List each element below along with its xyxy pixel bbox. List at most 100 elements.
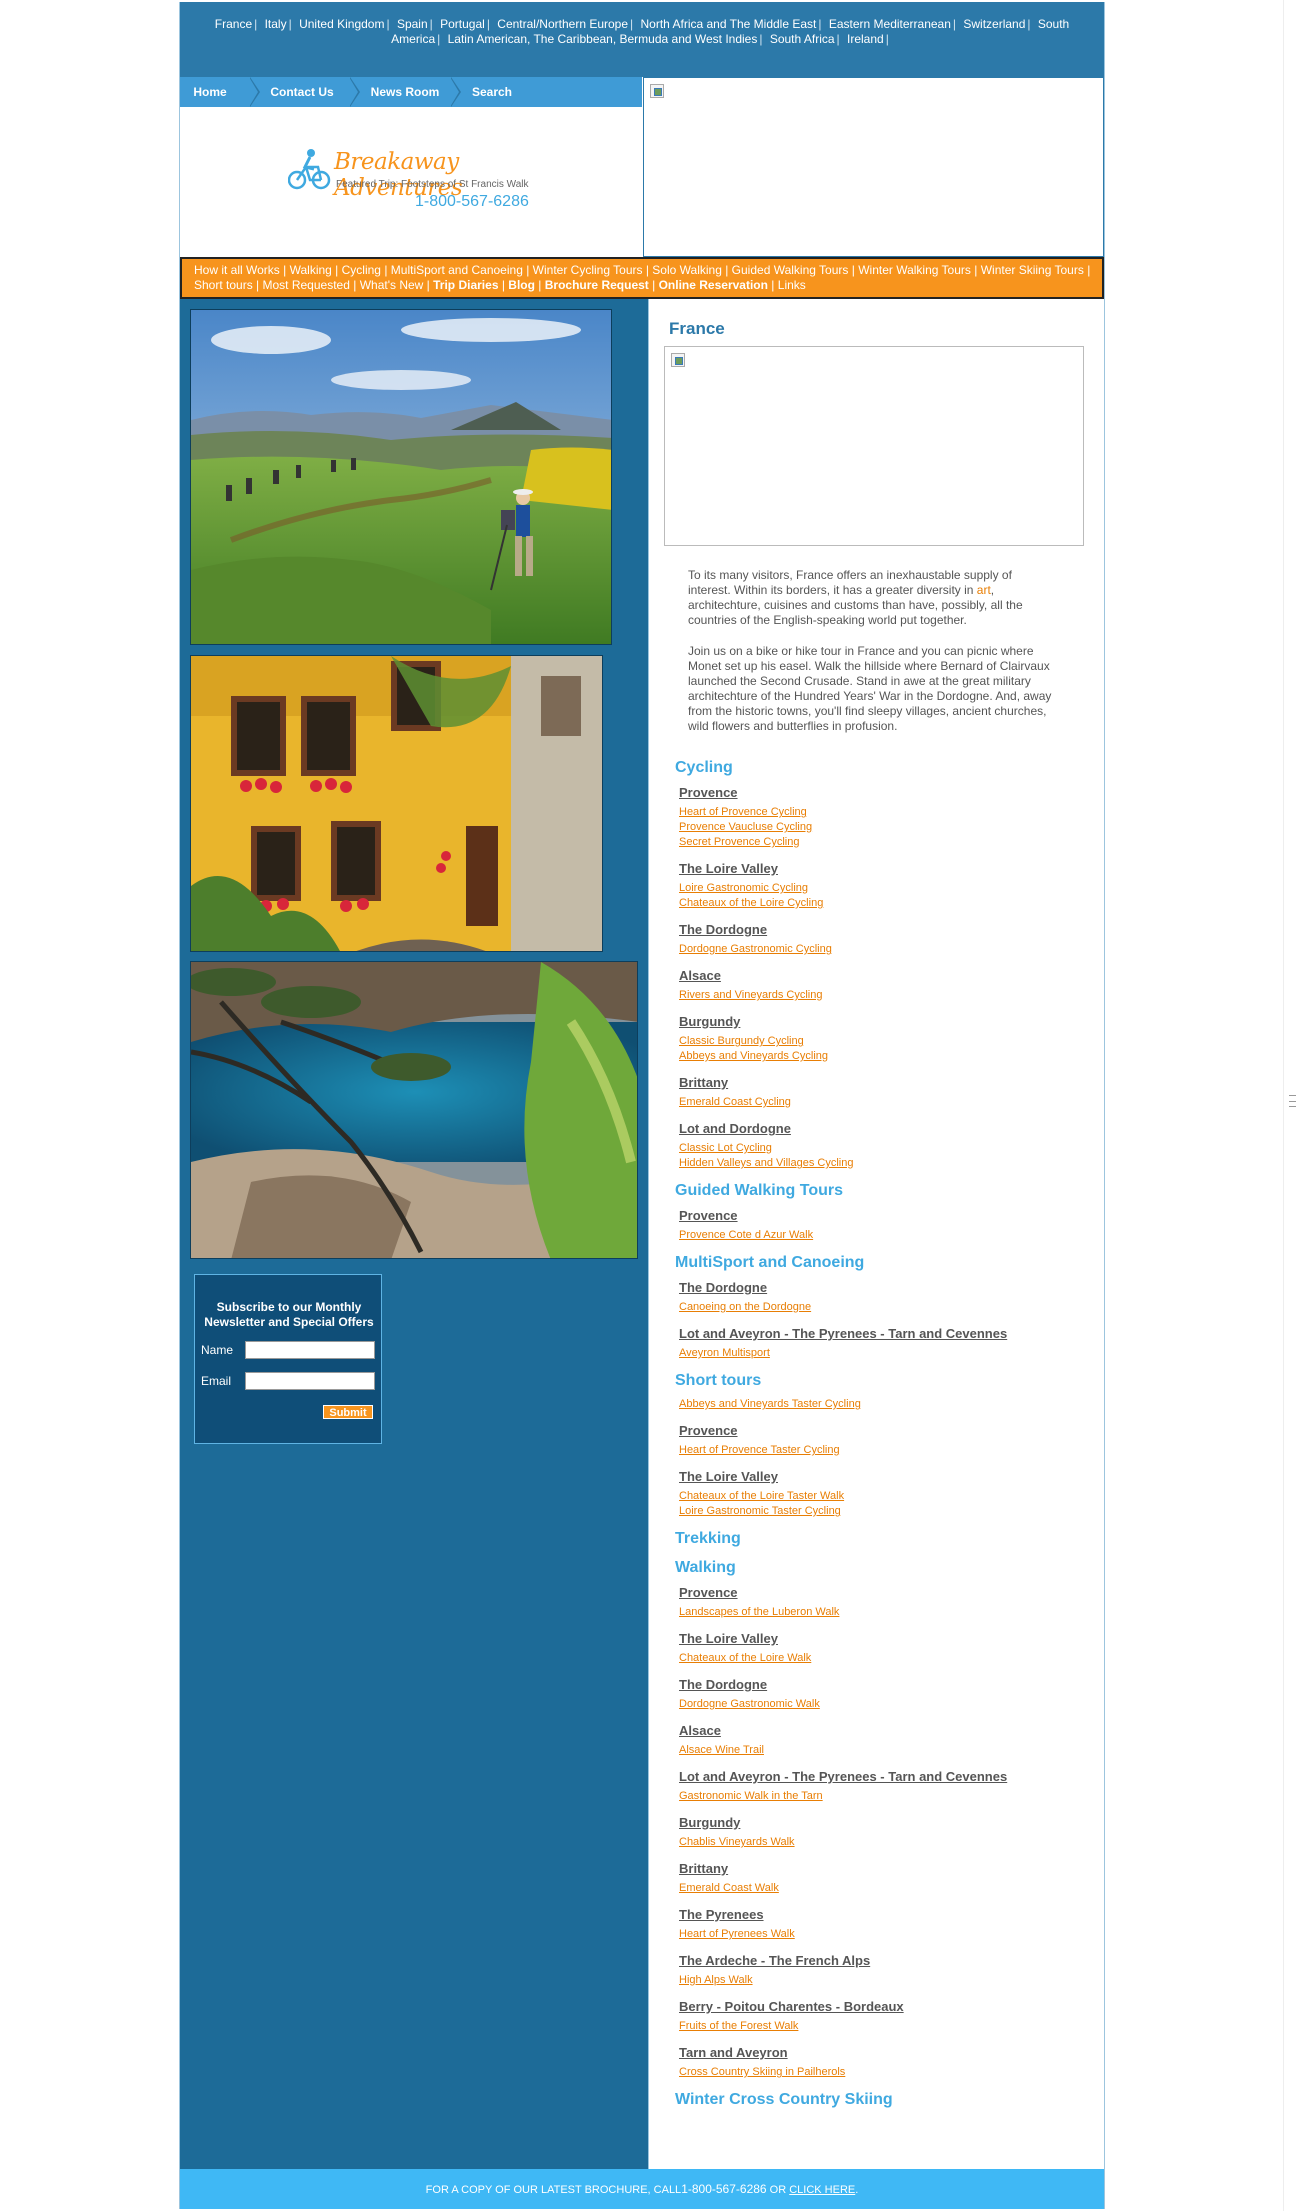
tour-link[interactable]: Dordogne Gastronomic Cycling [679,943,832,955]
country-link[interactable]: South Africa [770,32,835,46]
section-heading[interactable]: Walking [675,1559,736,1577]
region-link[interactable]: Provence [679,1585,738,1600]
country-link[interactable]: Eastern Mediterranean [829,17,951,31]
country-link[interactable]: Latin American, The Caribbean, Bermuda a… [448,32,758,46]
tour-link[interactable]: Classic Burgundy Cycling [679,1035,804,1047]
submit-button[interactable]: Submit [323,1405,373,1419]
country-link[interactable]: North Africa and The Middle East [640,17,816,31]
nav-news-room[interactable]: News Room [362,77,448,107]
section-heading[interactable]: MultiSport and Canoeing [675,1254,864,1272]
scrollbar-grip-icon[interactable] [1289,1095,1296,1107]
main-nav-link[interactable]: Trip Diaries [433,278,498,292]
main-nav-link[interactable]: Brochure Request [545,278,649,292]
region-link[interactable]: Lot and Aveyron - The Pyrenees - Tarn an… [679,1326,1007,1341]
tour-link[interactable]: Emerald Coast Cycling [679,1096,791,1108]
tour-link[interactable]: Chateaux of the Loire Cycling [679,897,823,909]
site-logo[interactable]: Breakaway Adventures Featured Trip: Foot… [288,145,548,201]
tour-link[interactable]: Emerald Coast Walk [679,1882,779,1894]
tour-link[interactable]: Heart of Pyrenees Walk [679,1928,795,1940]
tour-link[interactable]: Canoeing on the Dordogne [679,1301,811,1313]
tour-link[interactable]: Provence Cote d Azur Walk [679,1229,813,1241]
main-nav-link[interactable]: Guided Walking Tours [732,263,849,277]
country-link[interactable]: Ireland [847,32,884,46]
main-nav-link[interactable]: Winter Cycling Tours [533,263,643,277]
region-link[interactable]: Tarn and Aveyron [679,2045,788,2060]
section-heading[interactable]: Guided Walking Tours [675,1182,843,1200]
section-heading[interactable]: Winter Cross Country Skiing [675,2091,893,2109]
region-link[interactable]: The Loire Valley [679,861,778,876]
main-nav-link[interactable]: Links [778,278,806,292]
main-nav-link[interactable]: What's New [360,278,424,292]
country-link[interactable]: Switzerland [963,17,1025,31]
tour-link[interactable]: Secret Provence Cycling [679,836,799,848]
country-link[interactable]: Central/Northern Europe [497,17,628,31]
region-link[interactable]: The Dordogne [679,1677,767,1692]
main-nav-link[interactable]: Winter Walking Tours [858,263,971,277]
tour-link[interactable]: Abbeys and Vineyards Cycling [679,1050,828,1062]
tour-link[interactable]: Gastronomic Walk in the Tarn [679,1790,823,1802]
main-nav-link[interactable]: Winter Skiing Tours [981,263,1084,277]
main-nav-link[interactable]: Blog [508,278,535,292]
region-link[interactable]: Lot and Dordogne [679,1121,791,1136]
region-link[interactable]: Provence [679,1423,738,1438]
tour-link[interactable]: Loire Gastronomic Cycling [679,882,808,894]
tour-link[interactable]: Loire Gastronomic Taster Cycling [679,1505,841,1517]
region-link[interactable]: Lot and Aveyron - The Pyrenees - Tarn an… [679,1769,1007,1784]
tour-link[interactable]: Fruits of the Forest Walk [679,2020,798,2032]
region-link[interactable]: The Loire Valley [679,1469,778,1484]
region-link[interactable]: The Ardeche - The French Alps [679,1953,870,1968]
region-link[interactable]: The Dordogne [679,922,767,937]
region-link[interactable]: The Loire Valley [679,1631,778,1646]
tour-link[interactable]: Hidden Valleys and Villages Cycling [679,1157,853,1169]
country-link[interactable]: Portugal [440,17,485,31]
main-nav-link[interactable]: Short tours [194,278,253,292]
region-link[interactable]: Burgundy [679,1815,740,1830]
region-link[interactable]: Brittany [679,1861,728,1876]
main-nav-link[interactable]: How it all Works [194,263,280,277]
section-heading[interactable]: Cycling [675,759,733,777]
tour-link[interactable]: Chablis Vineyards Walk [679,1836,795,1848]
region-link[interactable]: Provence [679,1208,738,1223]
region-link[interactable]: Alsace [679,1723,721,1738]
tour-link[interactable]: Aveyron Multisport [679,1347,770,1359]
main-nav-link[interactable]: Most Requested [263,278,350,292]
country-link[interactable]: Italy [265,17,287,31]
region-link[interactable]: Provence [679,785,738,800]
region-link[interactable]: Brittany [679,1075,728,1090]
tour-link[interactable]: Classic Lot Cycling [679,1142,772,1154]
country-link[interactable]: United Kingdom [299,17,384,31]
main-nav-link[interactable]: Walking [290,263,332,277]
tour-link[interactable]: High Alps Walk [679,1974,753,1986]
main-nav-link[interactable]: Cycling [342,263,381,277]
region-link[interactable]: The Dordogne [679,1280,767,1295]
section-heading[interactable]: Short tours [675,1372,761,1390]
main-nav-link[interactable]: Solo Walking [652,263,722,277]
region-link[interactable]: Burgundy [679,1014,740,1029]
vertical-scrollbar[interactable] [1283,0,1300,2211]
nav-contact-us[interactable]: Contact Us [262,77,342,107]
country-link[interactable]: France [215,17,252,31]
tour-link[interactable]: Heart of Provence Taster Cycling [679,1444,840,1456]
tour-link[interactable]: Provence Vaucluse Cycling [679,821,812,833]
tour-link[interactable]: Dordogne Gastronomic Walk [679,1698,820,1710]
tour-link[interactable]: Chateaux of the Loire Taster Walk [679,1490,844,1502]
tour-link[interactable]: Heart of Provence Cycling [679,806,807,818]
tour-link[interactable]: Cross Country Skiing in Pailherols [679,2066,845,2078]
region-link[interactable]: The Pyrenees [679,1907,764,1922]
tour-link[interactable]: Chateaux of the Loire Walk [679,1652,811,1664]
main-nav-link[interactable]: MultiSport and Canoeing [391,263,523,277]
featured-trip-tagline[interactable]: Featured Trip: Footsteps of St Francis W… [336,179,528,190]
country-link[interactable]: Spain [397,17,428,31]
region-link[interactable]: Alsace [679,968,721,983]
main-nav-link[interactable]: Online Reservation [659,278,768,292]
nav-search[interactable]: Search [462,77,522,107]
art-link[interactable]: art [977,583,991,597]
section-heading[interactable]: Trekking [675,1530,741,1548]
tour-link[interactable]: Abbeys and Vineyards Taster Cycling [679,1398,861,1410]
footer-click-here-link[interactable]: CLICK HERE [789,2184,855,2196]
nav-home[interactable]: Home [180,77,240,107]
name-field[interactable] [245,1341,375,1359]
email-field[interactable] [245,1372,375,1390]
region-link[interactable]: Berry - Poitou Charentes - Bordeaux [679,1999,904,2014]
tour-link[interactable]: Alsace Wine Trail [679,1744,764,1756]
